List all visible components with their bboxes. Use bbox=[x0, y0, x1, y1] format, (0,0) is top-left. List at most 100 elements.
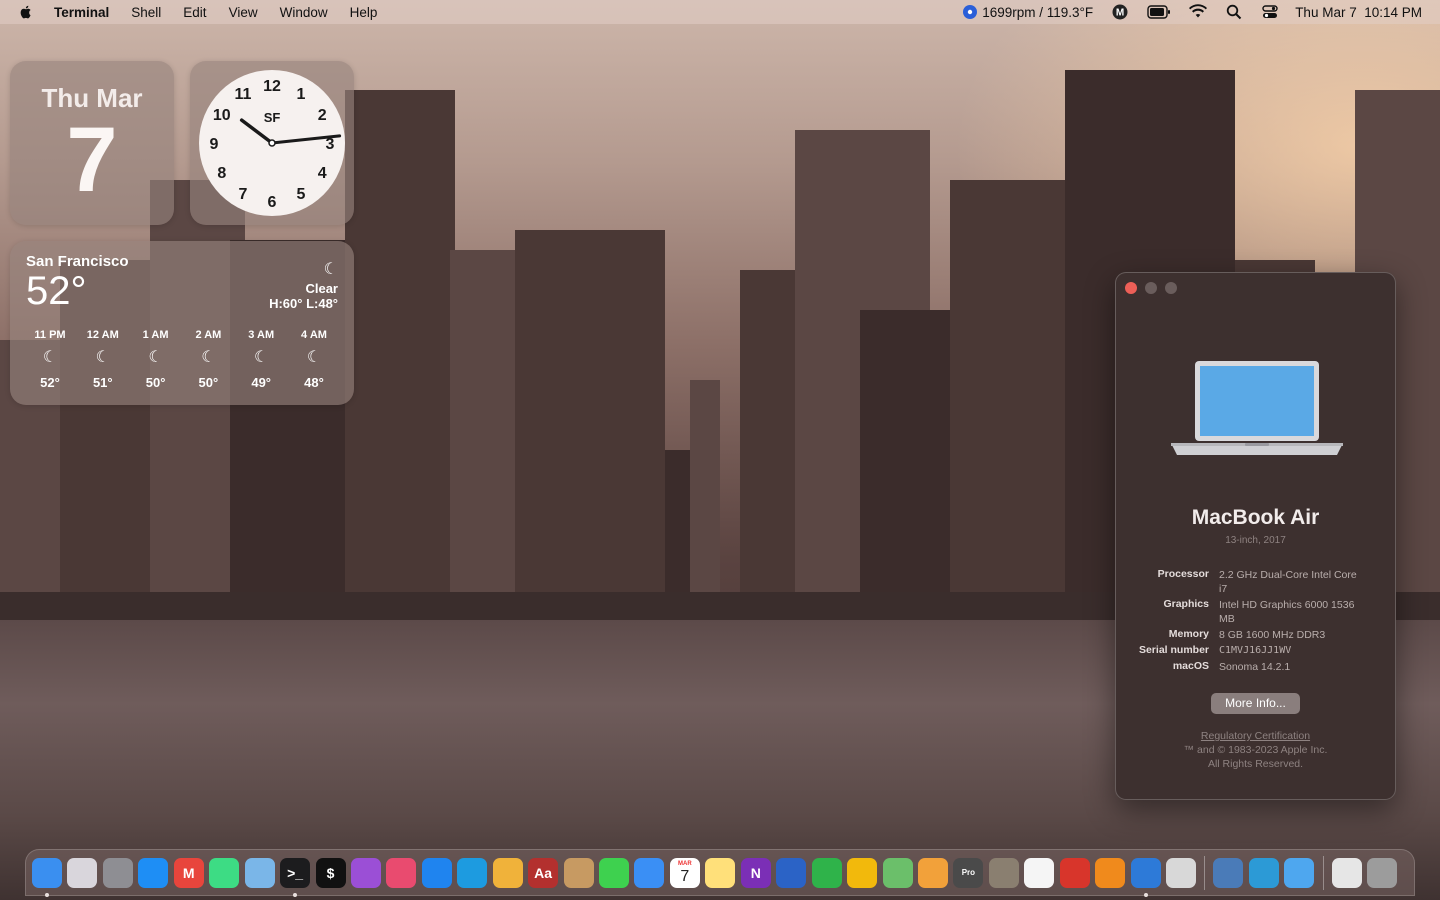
dock-calendar-icon[interactable]: MAR 7 bbox=[669, 857, 700, 888]
copyright-text: ™ and © 1983-2023 Apple Inc. bbox=[1183, 744, 1328, 756]
date-widget[interactable]: Thu Mar 7 bbox=[10, 61, 174, 225]
dock-android-studio-icon[interactable] bbox=[209, 857, 240, 888]
spec-key: Processor bbox=[1157, 568, 1209, 580]
dock-dictionary-icon[interactable]: Aa bbox=[528, 857, 559, 888]
menu-edit[interactable]: Edit bbox=[183, 5, 206, 20]
menu-window[interactable]: Window bbox=[280, 5, 328, 20]
dock-icon-glyph: N bbox=[750, 864, 761, 881]
fan-status-text: 1699rpm / 119.3°F bbox=[982, 4, 1094, 20]
more-info-button[interactable]: More Info... bbox=[1211, 693, 1300, 714]
about-this-mac-window: MacBook Air 13-inch, 2017 Processor 2.2 G… bbox=[1115, 272, 1396, 800]
dock-terminal-icon[interactable]: >_ bbox=[280, 857, 311, 897]
dock-contacts-icon[interactable] bbox=[563, 857, 594, 888]
dock-notes-icon[interactable] bbox=[705, 857, 736, 888]
forecast-temp: 51° bbox=[92, 375, 113, 390]
minimize-button[interactable] bbox=[1145, 282, 1157, 294]
dock-screen-sharing-icon[interactable] bbox=[1213, 857, 1244, 888]
battery-icon[interactable] bbox=[1147, 4, 1171, 20]
dock-gmail-icon[interactable]: M bbox=[173, 857, 204, 888]
moon-icon: ☾ bbox=[201, 349, 216, 366]
dock-messages-icon[interactable] bbox=[599, 857, 629, 888]
spec-value: C1MVJ16JJ1WV bbox=[1219, 645, 1292, 656]
fan-status-item[interactable]: 1699rpm / 119.3°F bbox=[962, 4, 1093, 20]
dock-keynote-icon[interactable] bbox=[847, 857, 878, 888]
dock: M >_ $ Aa MAR 7 N Pro bbox=[25, 849, 1415, 897]
dock-mail-icon[interactable] bbox=[634, 857, 665, 888]
forecast-hour: 1 AM ☾ 50° bbox=[132, 329, 180, 390]
menu-help[interactable]: Help bbox=[350, 5, 378, 20]
menu-app-terminal[interactable]: Terminal bbox=[54, 5, 109, 20]
dock-icon-glyph: >_ bbox=[287, 864, 304, 881]
spec-key: Memory bbox=[1168, 628, 1209, 640]
dock-app-store-icon[interactable] bbox=[138, 857, 169, 888]
regulatory-certification-link[interactable]: Regulatory Certification bbox=[1116, 729, 1395, 743]
dock-activity-icon[interactable] bbox=[1248, 857, 1279, 888]
control-center-icon[interactable] bbox=[1261, 4, 1279, 20]
running-indicator bbox=[1143, 892, 1148, 897]
wifi-icon[interactable] bbox=[1189, 4, 1208, 20]
apple-menu-icon[interactable] bbox=[18, 4, 34, 20]
spec-row: Serial number C1MVJ16JJ1WV bbox=[1116, 644, 1395, 658]
forecast-temp: 52° bbox=[40, 375, 60, 390]
dock-bot-app-icon[interactable] bbox=[386, 857, 417, 888]
forecast-time: 4 AM bbox=[301, 329, 327, 341]
dock-maps-icon[interactable] bbox=[882, 857, 913, 888]
dock-launchpad-icon[interactable] bbox=[67, 857, 98, 888]
menu-view[interactable]: View bbox=[229, 5, 258, 20]
spotlight-search-icon[interactable] bbox=[1225, 4, 1243, 20]
clock-widget[interactable]: 12 1 2 3 4 5 6 7 8 9 10 11 SF bbox=[190, 61, 354, 225]
forecast-time: 3 AM bbox=[248, 329, 275, 341]
spec-key: Serial number bbox=[1138, 644, 1209, 656]
dock-preview-icon[interactable] bbox=[244, 857, 275, 888]
dock-vlc-icon[interactable] bbox=[1095, 857, 1126, 888]
dock-chrome-icon[interactable] bbox=[492, 857, 523, 888]
forecast-temp: 49° bbox=[251, 375, 272, 390]
clock-number: 9 bbox=[210, 136, 219, 153]
close-button[interactable] bbox=[1125, 282, 1137, 294]
dock-trash-icon[interactable] bbox=[1367, 857, 1398, 888]
menubar-clock[interactable]: Thu Mar 7 10:14 PM bbox=[1295, 5, 1422, 20]
dock-strawberry-icon[interactable] bbox=[1059, 857, 1090, 888]
dock-downloads-icon[interactable] bbox=[1331, 857, 1362, 888]
forecast-temp: 48° bbox=[304, 375, 324, 390]
about-footer: Regulatory Certification ™ and © 1983-20… bbox=[1116, 729, 1395, 771]
dock-photos-icon[interactable] bbox=[917, 857, 948, 888]
clock-number: 4 bbox=[318, 165, 327, 182]
weather-widget[interactable]: San Francisco 52° ☾ Clear H:60° L:48° 11… bbox=[10, 241, 354, 405]
dock-icloud-icon[interactable] bbox=[1284, 857, 1315, 888]
svg-text:M: M bbox=[1116, 8, 1124, 19]
menu-shell[interactable]: Shell bbox=[131, 5, 161, 20]
forecast-hour: 4 AM ☾ 48° bbox=[290, 329, 338, 390]
macbook-air-image bbox=[1171, 361, 1343, 455]
dock-xcode-tool-icon[interactable] bbox=[1130, 857, 1161, 897]
moon-icon: ☾ bbox=[306, 349, 322, 366]
dock-system-settings-icon[interactable] bbox=[102, 857, 133, 888]
dock-finder-icon[interactable] bbox=[32, 857, 62, 897]
dock-word-icon[interactable] bbox=[776, 857, 807, 888]
spec-value: 2.2 GHz Dual-Core Intel Core i7 bbox=[1219, 569, 1357, 595]
dock-iterm-icon[interactable]: $ bbox=[315, 857, 346, 888]
dock-final-cut-pro-icon[interactable]: Pro bbox=[953, 857, 984, 888]
clock-number: 5 bbox=[297, 186, 306, 203]
forecast-time: 2 AM bbox=[195, 329, 222, 341]
dock-gimp-icon[interactable] bbox=[988, 857, 1019, 888]
rights-text: All Rights Reserved. bbox=[1207, 758, 1304, 770]
clock-number: 8 bbox=[217, 165, 226, 182]
dock-reminders-icon[interactable] bbox=[1024, 857, 1055, 888]
dock-numbers-icon[interactable] bbox=[811, 857, 842, 888]
spec-value: Intel HD Graphics 6000 1536 MB bbox=[1219, 599, 1355, 625]
dock-podcasts-icon[interactable] bbox=[350, 857, 381, 888]
dock-edge-icon[interactable] bbox=[457, 857, 488, 888]
clock-number: 2 bbox=[318, 107, 327, 124]
spec-row: Processor 2.2 GHz Dual-Core Intel Core i7 bbox=[1116, 568, 1395, 596]
dock-icon-glyph: M bbox=[182, 864, 195, 881]
dock-onenote-icon[interactable]: N bbox=[740, 857, 771, 888]
dock-safari-icon[interactable] bbox=[421, 857, 452, 888]
m-status-icon[interactable]: M bbox=[1111, 4, 1129, 20]
date-day: 7 bbox=[66, 109, 118, 211]
clock-number: 11 bbox=[235, 86, 252, 103]
clock-center bbox=[268, 139, 276, 147]
analog-clock: 12 1234567891011 SF bbox=[199, 70, 345, 216]
dock-utility-icon[interactable] bbox=[1166, 857, 1196, 888]
zoom-button[interactable] bbox=[1165, 282, 1177, 294]
